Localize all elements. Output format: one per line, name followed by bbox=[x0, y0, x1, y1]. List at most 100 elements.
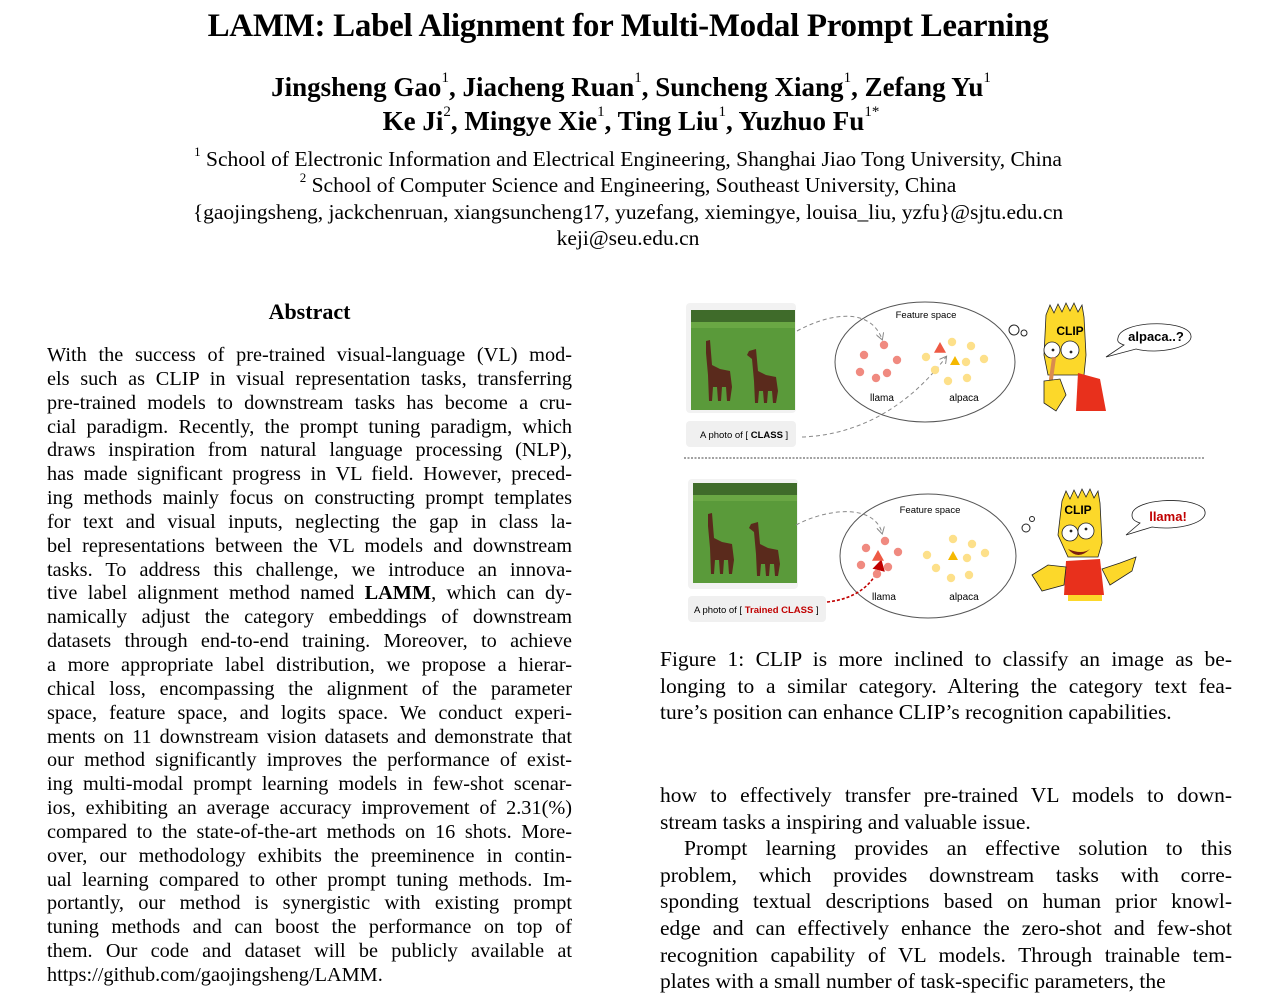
image-arrow bbox=[795, 511, 882, 533]
text-line: a more appropriate label distribution, w… bbox=[47, 653, 572, 676]
text-line: ual learning compared to other prompt tu… bbox=[47, 868, 572, 891]
abstract-body: With the success of pre-trained visual-l… bbox=[47, 344, 572, 988]
text-line: edge and can effectively enhance the zer… bbox=[660, 915, 1232, 940]
affiliation-1: 1 School of Electronic Information and E… bbox=[194, 144, 1062, 171]
alpaca-feature-point bbox=[966, 341, 976, 351]
top-feature-points bbox=[855, 337, 989, 386]
author: Suncheng Xiang1 bbox=[655, 70, 852, 102]
speech-text: llama! bbox=[1149, 509, 1187, 524]
llama-feature-point bbox=[861, 543, 871, 553]
cluster-label-alpaca: alpaca bbox=[949, 592, 979, 603]
llama-feature-point bbox=[893, 547, 903, 557]
text-line: tasks. To address this challenge, we int… bbox=[47, 558, 572, 581]
author: Ting Liu1 bbox=[617, 104, 726, 136]
text-line: draws inspiration from natural language … bbox=[47, 439, 572, 462]
image-arrow bbox=[796, 315, 882, 339]
alpaca-feature-point bbox=[980, 548, 990, 558]
figure-1: A photo of [ CLASS ] Feature space llama… bbox=[680, 295, 1220, 625]
text-line: our method significantly improves the pe… bbox=[47, 749, 572, 772]
text-line: pre-trained models to downstream tasks h… bbox=[47, 391, 572, 414]
text-line: space, feature space, and logits space. … bbox=[47, 701, 572, 724]
alpaca-feature-point bbox=[947, 337, 957, 347]
feature-space-label: Feature space bbox=[900, 505, 961, 516]
text-line: ing multi-modal prompt learning models i… bbox=[47, 773, 572, 796]
figure-caption: Figure 1: CLIP is more inclined to class… bbox=[660, 646, 1232, 726]
llama-feature-point bbox=[871, 373, 881, 383]
character-label: CLIP bbox=[1064, 503, 1091, 517]
top-panel: A photo of [ CLASS ] Feature space llama… bbox=[686, 301, 1192, 447]
text-line: how to effectively transfer pre-trained … bbox=[660, 783, 1232, 807]
alpaca-feature-point bbox=[948, 534, 958, 544]
text-line: has made significant progress in VL fiel… bbox=[47, 463, 572, 486]
alpaca-text-feature-triangle bbox=[950, 356, 960, 365]
author: Jiacheng Ruan1 bbox=[462, 70, 642, 102]
prompt-text: A photo of [ CLASS ] bbox=[700, 430, 788, 441]
feature-space-label: Feature space bbox=[896, 310, 957, 321]
thought-bubble-icon bbox=[1029, 516, 1035, 522]
text-line: tive label alignment method named LAMM, … bbox=[47, 582, 572, 605]
llama-text-feature-triangle bbox=[872, 550, 884, 561]
text-line: chical loss, encompassing the alignment … bbox=[47, 677, 572, 700]
alpaca-feature-point bbox=[961, 357, 971, 367]
alpaca-feature-point bbox=[962, 373, 972, 383]
alpaca-text-feature-triangle bbox=[948, 551, 958, 560]
text-line: datasets through end-to-end training. Mo… bbox=[47, 630, 572, 653]
authors-line-1: Jingsheng Gao1, Jiacheng Ruan1, Suncheng… bbox=[271, 70, 991, 102]
llama-feature-point bbox=[879, 340, 889, 350]
alpaca-feature-point bbox=[930, 365, 940, 375]
text-line: els such as CLIP in visual representatio… bbox=[47, 367, 572, 390]
text-line: sponding textual descriptions based on h… bbox=[660, 889, 1232, 914]
author: Zefang Yu1 bbox=[864, 70, 991, 102]
author: Jingsheng Gao1 bbox=[271, 70, 449, 102]
text-line: portantly, our method is synergistic wit… bbox=[47, 892, 572, 915]
thought-bubble-icon bbox=[1021, 523, 1031, 533]
alpaca-feature-point bbox=[921, 352, 931, 362]
bottom-feature-points bbox=[856, 534, 990, 583]
text-line: https://github.com/gaojingsheng/LAMM. bbox=[47, 963, 383, 986]
text-line: recognition capability of VL models. Thr… bbox=[660, 942, 1232, 967]
llama-feature-point bbox=[880, 536, 890, 546]
text-line: for text and visual inputs, neglecting t… bbox=[47, 510, 572, 533]
author: Ke Ji2 bbox=[382, 104, 451, 136]
abstract-heading: Abstract bbox=[268, 299, 351, 324]
llama-feature-point bbox=[856, 560, 866, 570]
text-line: problem, which provides downstream tasks… bbox=[660, 862, 1232, 887]
text-line: tuning methods and can boost the perform… bbox=[47, 916, 572, 939]
llama-text-feature-triangle bbox=[934, 342, 946, 353]
text-line: stream tasks a inspiring and valuable is… bbox=[660, 809, 1031, 834]
alpaca-photo bbox=[693, 483, 797, 583]
alpaca-feature-point bbox=[962, 553, 972, 563]
alpaca-feature-point bbox=[922, 550, 932, 560]
text-line: ing methods mainly focus on constructing… bbox=[47, 487, 572, 510]
text-line: cial paradigm. Recently, the prompt tuni… bbox=[47, 415, 572, 438]
text-line: ios, exhibiting an average accuracy impr… bbox=[47, 797, 572, 820]
author: Yuzhuo Fu1* bbox=[738, 104, 880, 136]
affiliation-2: 2 School of Computer Science and Enginee… bbox=[299, 170, 957, 197]
intro-body: how to effectively transfer pre-trained … bbox=[660, 782, 1232, 995]
text-line: them. Our code and dataset will be publi… bbox=[47, 940, 572, 963]
text-line: namically adjust the category embeddings… bbox=[47, 606, 572, 629]
thought-bubble-icon bbox=[1008, 324, 1020, 336]
alpaca-feature-point bbox=[943, 376, 953, 386]
text-line: ments on 11 downstream vision datasets a… bbox=[47, 725, 572, 748]
alpaca-feature-point bbox=[946, 573, 956, 583]
cluster-label-llama: llama bbox=[870, 393, 894, 404]
clip-character-thinking-icon bbox=[1043, 302, 1106, 412]
text-line: compared to the state-of-the-art methods… bbox=[47, 820, 572, 843]
prompt-text: A photo of [ Trained CLASS ] bbox=[694, 605, 819, 616]
alpaca-feature-point bbox=[979, 354, 989, 364]
llama-feature-point bbox=[872, 569, 882, 579]
email-line-2: keji@seu.edu.cn bbox=[556, 226, 700, 250]
alpaca-photo bbox=[691, 310, 795, 410]
bottom-panel: A photo of [ Trained CLASS ] Feature spa… bbox=[688, 479, 1206, 622]
email-line-1: {gaojingsheng, jackchenruan, xiangsunche… bbox=[192, 200, 1064, 224]
text-line: ture’s position can enhance CLIP’s recog… bbox=[660, 700, 1172, 724]
authors-line-2: Ke Ji2, Mingye Xie1, Ting Liu1, Yuzhuo F… bbox=[382, 104, 880, 136]
llama-feature-point bbox=[855, 367, 865, 377]
thought-bubble-icon bbox=[1020, 329, 1028, 337]
author: Mingye Xie1 bbox=[464, 104, 605, 136]
llama-feature-point bbox=[859, 350, 869, 360]
llama-feature-point bbox=[892, 355, 902, 365]
alpaca-feature-point bbox=[967, 539, 977, 549]
alpaca-feature-point bbox=[931, 563, 941, 573]
